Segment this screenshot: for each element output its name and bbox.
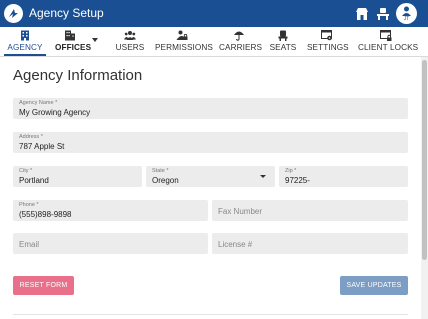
tab-permissions[interactable]: PERMISSIONS bbox=[155, 27, 213, 56]
tab-label: AGENCY bbox=[7, 43, 43, 52]
zip-value: 97225- bbox=[285, 176, 310, 185]
person-icon bbox=[402, 6, 411, 16]
state-select[interactable]: State * Oregon bbox=[146, 166, 275, 187]
license-field[interactable]: License # bbox=[212, 233, 408, 254]
user-initials: JT bbox=[403, 16, 410, 22]
state-label: State * bbox=[152, 168, 169, 174]
tab-carriers[interactable]: CARRIERS bbox=[219, 27, 263, 56]
zip-field[interactable]: Zip * 97225- bbox=[279, 166, 408, 187]
lock-person-icon bbox=[176, 30, 188, 40]
store-icon[interactable] bbox=[355, 7, 369, 21]
page-title: Agency Information bbox=[13, 67, 143, 84]
agency-name-label: Agency Name * bbox=[19, 100, 58, 106]
app-title: Agency Setup bbox=[29, 6, 104, 20]
agency-name-field[interactable]: Agency Name * My Growing Agency bbox=[13, 98, 408, 119]
tab-label: CLIENT LOCKS bbox=[358, 43, 419, 52]
phone-label: Phone * bbox=[19, 202, 39, 208]
chevron-down-icon bbox=[260, 175, 266, 178]
divider bbox=[13, 314, 408, 315]
tab-agency[interactable]: AGENCY bbox=[4, 27, 46, 56]
email-placeholder: Email bbox=[19, 240, 40, 249]
settings-window-icon bbox=[321, 30, 332, 41]
scrollbar-thumb[interactable] bbox=[422, 60, 427, 260]
tab-label: SEATS bbox=[269, 43, 297, 52]
seat-icon bbox=[278, 30, 288, 41]
city-field[interactable]: City * Portland bbox=[13, 166, 142, 187]
tab-label: OFFICES bbox=[55, 43, 92, 52]
tab-offices[interactable]: OFFICES bbox=[55, 27, 92, 56]
office-icon bbox=[65, 30, 75, 41]
address-label: Address * bbox=[19, 134, 43, 140]
building-icon bbox=[21, 30, 29, 41]
desk-icon[interactable] bbox=[376, 7, 390, 21]
chevron-down-icon[interactable] bbox=[92, 38, 98, 42]
state-value: Oregon bbox=[152, 176, 179, 185]
save-updates-button[interactable]: SAVE UPDATES bbox=[340, 276, 408, 295]
app-header: Agency Setup JT bbox=[0, 0, 428, 27]
app-logo-icon[interactable] bbox=[4, 4, 23, 23]
user-avatar[interactable]: JT bbox=[396, 3, 417, 24]
city-label: City * bbox=[19, 168, 33, 174]
tab-label: SETTINGS bbox=[307, 43, 349, 52]
tab-settings[interactable]: SETTINGS bbox=[307, 27, 349, 56]
tab-client-locks[interactable]: CLIENT LOCKS bbox=[358, 27, 419, 56]
tab-seats[interactable]: SEATS bbox=[268, 27, 298, 56]
tab-label: USERS bbox=[115, 43, 145, 52]
address-value: 787 Apple St bbox=[19, 142, 65, 151]
email-field[interactable]: Email bbox=[13, 233, 208, 254]
fax-field[interactable]: Fax Number bbox=[212, 200, 408, 221]
reset-form-button[interactable]: RESET FORM bbox=[13, 276, 74, 295]
window-lock-icon bbox=[380, 30, 392, 41]
settings-nav: AGENCY OFFICES USERS PERMISSIONS CARRIER… bbox=[0, 27, 428, 57]
tab-users[interactable]: USERS bbox=[114, 27, 146, 56]
agency-name-value: My Growing Agency bbox=[19, 108, 91, 117]
phone-field[interactable]: Phone * (555)898-9898 bbox=[13, 200, 208, 221]
tab-label: PERMISSIONS bbox=[155, 43, 213, 52]
umbrella-icon bbox=[234, 31, 244, 41]
phone-value: (555)898-9898 bbox=[19, 210, 72, 219]
fax-placeholder: Fax Number bbox=[218, 207, 263, 216]
city-value: Portland bbox=[19, 176, 49, 185]
address-field[interactable]: Address * 787 Apple St bbox=[13, 132, 408, 153]
users-icon bbox=[124, 31, 136, 40]
license-placeholder: License # bbox=[218, 240, 253, 249]
tab-label: CARRIERS bbox=[219, 43, 263, 52]
zip-label: Zip * bbox=[285, 168, 297, 174]
